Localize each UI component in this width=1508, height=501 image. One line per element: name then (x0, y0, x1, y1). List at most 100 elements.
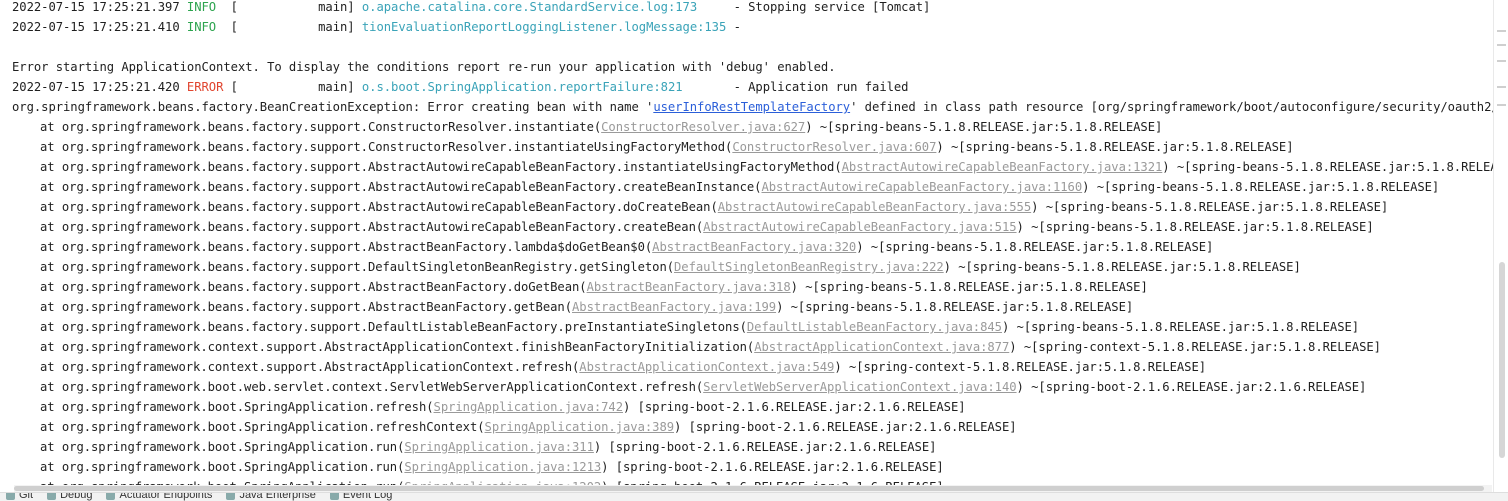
stack-frame-jar: ) [spring-boot-2.1.6.RELEASE.jar:2.1.6.R… (601, 460, 944, 474)
stack-frame-method: at org.springframework.beans.factory.sup… (40, 260, 675, 274)
error-marker (1497, 60, 1506, 62)
log-logger: tionEvaluationReportLoggingListener.logM… (361, 20, 727, 34)
stack-frame: at org.springframework.boot.SpringApplic… (12, 437, 1494, 457)
error-marker (1497, 30, 1506, 32)
horizontal-scroll-thumb[interactable] (14, 486, 1484, 491)
log-message: - (733, 20, 741, 34)
error-marker (1497, 104, 1506, 106)
vertical-scroll-thumb[interactable] (1499, 262, 1505, 458)
source-file-link[interactable]: AbstractApplicationContext.java:549 (579, 360, 834, 374)
stack-frame-jar: ) ~[spring-beans-5.1.8.RELEASE.jar:5.1.8… (805, 120, 1163, 134)
stack-frame-method: at org.springframework.boot.web.servlet.… (40, 380, 704, 394)
tool-window-icon (6, 493, 15, 500)
stack-frame-jar: ) ~[spring-beans-5.1.8.RELEASE.jar:5.1.8… (1031, 200, 1389, 214)
log-level-info: INFO (186, 20, 217, 34)
stack-frame: at org.springframework.boot.SpringApplic… (12, 457, 1494, 477)
stack-frame-jar: ) ~[spring-beans-5.1.8.RELEASE.jar:5.1.8… (1001, 320, 1360, 334)
stack-frame-jar: ) [spring-boot-2.1.6.RELEASE.jar:2.1.6.R… (674, 420, 1017, 434)
stack-frame: at org.springframework.beans.factory.sup… (12, 237, 1494, 257)
log-message: - Application run failed (733, 80, 909, 94)
stack-frame: at org.springframework.boot.SpringApplic… (12, 397, 1494, 417)
source-file-link[interactable]: SpringApplication.java:311 (404, 440, 594, 454)
source-file-link[interactable]: DefaultSingletonBeanRegistry.java:222 (674, 260, 944, 274)
console-lines: 2022-07-15 17:25:21.397 INFO [ main] o.a… (12, 0, 1494, 492)
console-output: 2022-07-15 17:25:21.397 INFO [ main] o.a… (0, 0, 1494, 492)
log-timestamp: 2022-07-15 17:25:21.397 (12, 0, 180, 14)
tool-window-icon (47, 493, 57, 500)
stack-frame: at org.springframework.beans.factory.sup… (12, 277, 1494, 297)
stack-frame: at org.springframework.beans.factory.sup… (12, 217, 1494, 237)
log-message: - Stopping service [Tomcat] (733, 0, 931, 14)
stack-frame: at org.springframework.beans.factory.sup… (12, 137, 1494, 157)
stack-frame: at org.springframework.beans.factory.sup… (12, 177, 1494, 197)
log-timestamp: 2022-07-15 17:25:21.420 (12, 80, 180, 94)
source-file-link[interactable]: AbstractAutowireCapableBeanFactory.java:… (703, 220, 1016, 234)
source-file-link[interactable]: SpringApplication.java:1213 (404, 460, 601, 474)
stack-frame: at org.springframework.beans.factory.sup… (12, 317, 1494, 337)
log-logger: o.apache.catalina.core.StandardService.l… (361, 0, 698, 14)
stack-frame-method: at org.springframework.beans.factory.sup… (40, 180, 762, 194)
log-logger: o.s.boot.SpringApplication.reportFailure… (361, 80, 683, 94)
source-file-link[interactable]: ConstructorResolver.java:607 (732, 140, 936, 154)
log-line: 2022-07-15 17:25:21.397 INFO [ main] o.a… (12, 0, 1494, 17)
source-file-link[interactable]: AbstractBeanFactory.java:320 (652, 240, 856, 254)
log-line: 2022-07-15 17:25:21.410 INFO [ main] tio… (12, 17, 1494, 37)
source-file-link[interactable]: AbstractBeanFactory.java:199 (572, 300, 776, 314)
log-bracket: [ (230, 0, 238, 14)
source-file-link[interactable]: AbstractBeanFactory.java:318 (587, 280, 791, 294)
log-level-info: INFO (186, 0, 217, 14)
stack-frame-jar: ) [spring-boot-2.1.6.RELEASE.jar:2.1.6.R… (593, 440, 937, 454)
stack-frame: at org.springframework.beans.factory.sup… (12, 117, 1494, 137)
exception-line: org.springframework.beans.factory.BeanCr… (12, 97, 1494, 117)
vertical-scrollbar[interactable] (1493, 0, 1508, 492)
stack-frame-method: at org.springframework.beans.factory.sup… (40, 240, 653, 254)
stack-frame-jar: ) ~[spring-boot-2.1.6.RELEASE.jar:2.1.6.… (1016, 380, 1367, 394)
error-marker (1497, 44, 1506, 46)
stack-frame-method: at org.springframework.boot.SpringApplic… (40, 440, 405, 454)
bean-name-link[interactable]: userInfoRestTemplateFactory (653, 100, 850, 114)
stack-frame-method: at org.springframework.beans.factory.sup… (40, 200, 718, 214)
source-file-link[interactable]: AbstractAutowireCapableBeanFactory.java:… (761, 180, 1082, 194)
stack-frame-jar: ) ~[spring-context-5.1.8.RELEASE.jar:5.1… (834, 360, 1207, 374)
stack-frame: at org.springframework.boot.SpringApplic… (12, 417, 1494, 437)
source-file-link[interactable]: SpringApplication.java:389 (485, 420, 675, 434)
stack-frame-method: at org.springframework.beans.factory.sup… (40, 120, 602, 134)
source-file-link[interactable]: ConstructorResolver.java:627 (601, 120, 805, 134)
source-file-link[interactable]: SpringApplication.java:742 (434, 400, 624, 414)
horizontal-scrollbar[interactable] (14, 485, 1492, 492)
stack-frame-method: at org.springframework.boot.SpringApplic… (40, 400, 434, 414)
stack-frame-method: at org.springframework.beans.factory.sup… (40, 320, 747, 334)
stack-frame-jar: ) ~[spring-beans-5.1.8.RELEASE.jar:5.1.8… (1162, 160, 1494, 174)
stack-frame: at org.springframework.beans.factory.sup… (12, 297, 1494, 317)
log-bracket: [ (230, 20, 238, 34)
stack-frame-jar: ) [spring-boot-2.1.6.RELEASE.jar:2.1.6.R… (623, 400, 966, 414)
exception-prefix: org.springframework.beans.factory.BeanCr… (12, 100, 654, 114)
tool-window-icon (329, 493, 339, 500)
stack-frame: at org.springframework.beans.factory.sup… (12, 197, 1494, 217)
stack-frame-method: at org.springframework.beans.factory.sup… (40, 140, 733, 154)
log-thread: main] (318, 80, 355, 94)
stack-frame-jar: ) ~[spring-beans-5.1.8.RELEASE.jar:5.1.8… (936, 140, 1294, 154)
source-file-link[interactable]: ServletWebServerApplicationContext.java:… (703, 380, 1016, 394)
source-file-link[interactable]: AbstractApplicationContext.java:877 (754, 340, 1009, 354)
tool-window-icon (106, 493, 116, 500)
stack-frame-jar: ) ~[spring-context-5.1.8.RELEASE.jar:5.1… (1009, 340, 1381, 354)
source-file-link[interactable]: AbstractAutowireCapableBeanFactory.java:… (718, 200, 1031, 214)
stack-frame: at org.springframework.boot.web.servlet.… (12, 377, 1494, 397)
stack-trace: at org.springframework.beans.factory.sup… (12, 117, 1494, 492)
stack-frame: at org.springframework.beans.factory.sup… (12, 257, 1494, 277)
stack-frame-method: at org.springframework.beans.factory.sup… (40, 300, 572, 314)
stack-frame-method: at org.springframework.beans.factory.sup… (40, 220, 704, 234)
log-bracket: [ (230, 80, 238, 94)
stack-frame-method: at org.springframework.context.support.A… (40, 360, 580, 374)
log-line-error: 2022-07-15 17:25:21.420 ERROR [ main] o.… (12, 77, 1494, 97)
stack-frame: at org.springframework.beans.factory.sup… (12, 157, 1494, 177)
stack-frame-jar: ) ~[spring-beans-5.1.8.RELEASE.jar:5.1.8… (790, 280, 1148, 294)
stack-frame-jar: ) ~[spring-beans-5.1.8.RELEASE.jar:5.1.8… (1082, 180, 1440, 194)
source-file-link[interactable]: AbstractAutowireCapableBeanFactory.java:… (842, 160, 1163, 174)
source-file-link[interactable]: DefaultListableBeanFactory.java:845 (747, 320, 1002, 334)
stack-frame-jar: ) ~[spring-beans-5.1.8.RELEASE.jar:5.1.8… (1016, 220, 1374, 234)
stack-frame-method: at org.springframework.beans.factory.sup… (40, 280, 587, 294)
stack-frame-jar: ) ~[spring-beans-5.1.8.RELEASE.jar:5.1.8… (776, 300, 1134, 314)
